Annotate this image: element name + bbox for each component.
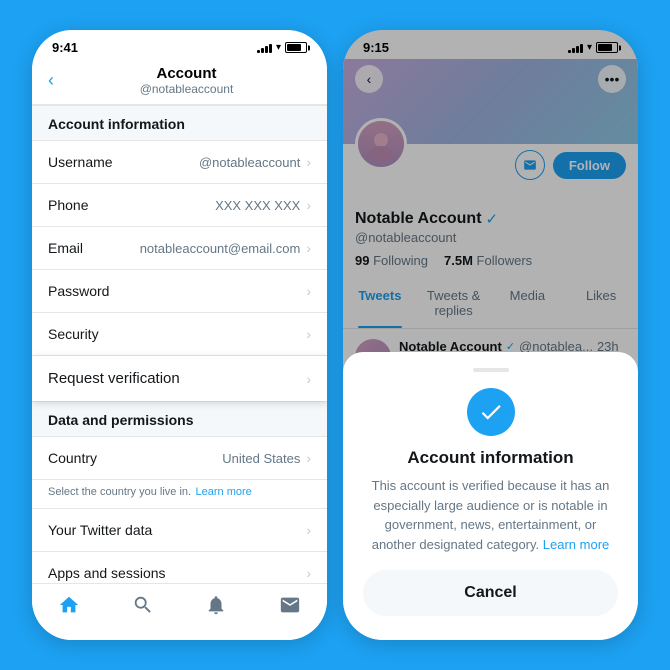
status-icons-left: ▾ [257,42,307,53]
left-phone: 9:41 ▾ ‹ Account @notableaccount Account… [32,30,327,640]
section-header-data: Data and permissions [32,401,327,437]
chevron-icon-twitter-data: › [306,522,311,538]
nav-title: Account @notableaccount [62,65,311,96]
security-label: Security [48,326,99,342]
section-header-account-text: Account information [48,116,185,132]
sheet-title: Account information [363,448,618,468]
wifi-icon: ▾ [276,42,281,53]
nav-bar-left: ‹ Account @notableaccount [32,59,327,105]
country-value: United States [222,451,300,466]
country-note-text: Select the country you live in. [48,486,191,498]
security-right: › [306,326,311,342]
country-label: Country [48,450,97,466]
menu-item-phone[interactable]: Phone XXX XXX XXX › [32,184,327,227]
phone-right: XXX XXX XXX › [215,197,311,213]
menu-item-password[interactable]: Password › [32,270,327,313]
status-bar-left: 9:41 ▾ [32,30,327,59]
sheet-handle [473,368,509,372]
tab-messages[interactable] [279,594,301,622]
username-right: @notableaccount › [199,154,311,170]
section-header-data-text: Data and permissions [48,412,194,428]
username-label: Username [48,154,113,170]
twitter-data-right: › [306,522,311,538]
phone-value: XXX XXX XXX [215,198,300,213]
request-verification-item[interactable]: Request verification › [32,356,327,401]
tab-home[interactable] [58,594,80,622]
phone-label: Phone [48,197,88,213]
country-note-link[interactable]: Learn more [196,486,252,498]
section-header-account: Account information [32,105,327,141]
signal-bars [257,43,272,53]
username-value: @notableaccount [199,155,300,170]
time-left: 9:41 [52,40,78,55]
nav-title-text: Account [62,65,311,82]
battery-fill [287,44,301,51]
sheet-checkmark-icon [467,388,515,436]
sheet-body: This account is verified because it has … [363,476,618,554]
chevron-icon-username: › [306,154,311,170]
chevron-icon-email: › [306,240,311,256]
country-note: Select the country you live in. Learn mo… [32,480,327,509]
right-phone: 9:15 ▾ ‹ ••• [343,30,638,640]
twitter-data-label: Your Twitter data [48,522,152,538]
apps-sessions-right: › [306,565,311,581]
apps-sessions-label: Apps and sessions [48,565,166,581]
menu-item-username[interactable]: Username @notableaccount › [32,141,327,184]
back-button[interactable]: ‹ [48,70,54,91]
chevron-icon-phone: › [306,197,311,213]
tab-notifications[interactable] [205,594,227,622]
chevron-icon-security: › [306,326,311,342]
chevron-icon-country: › [306,450,311,466]
chevron-icon-apps-sessions: › [306,565,311,581]
menu-item-email[interactable]: Email notableaccount@email.com › [32,227,327,270]
sheet-learn-more-link[interactable]: Learn more [543,537,609,552]
menu-item-country[interactable]: Country United States › [32,437,327,480]
email-label: Email [48,240,83,256]
chevron-icon-verification: › [306,371,311,387]
tab-bar-left [32,583,327,640]
menu-item-security[interactable]: Security › [32,313,327,356]
menu-item-twitter-data[interactable]: Your Twitter data › [32,509,327,552]
battery-icon [285,42,307,53]
email-right: notableaccount@email.com › [140,240,311,256]
sheet-cancel-button[interactable]: Cancel [363,570,618,616]
nav-subtitle-text: @notableaccount [62,82,311,96]
request-verification-text: Request verification [48,370,180,387]
country-right: United States › [222,450,311,466]
bottom-sheet-overlay: Account information This account is veri… [343,30,638,640]
bottom-sheet: Account information This account is veri… [343,352,638,640]
password-label: Password [48,283,109,299]
tab-search[interactable] [132,594,154,622]
email-value: notableaccount@email.com [140,241,301,256]
password-right: › [306,283,311,299]
chevron-icon-password: › [306,283,311,299]
